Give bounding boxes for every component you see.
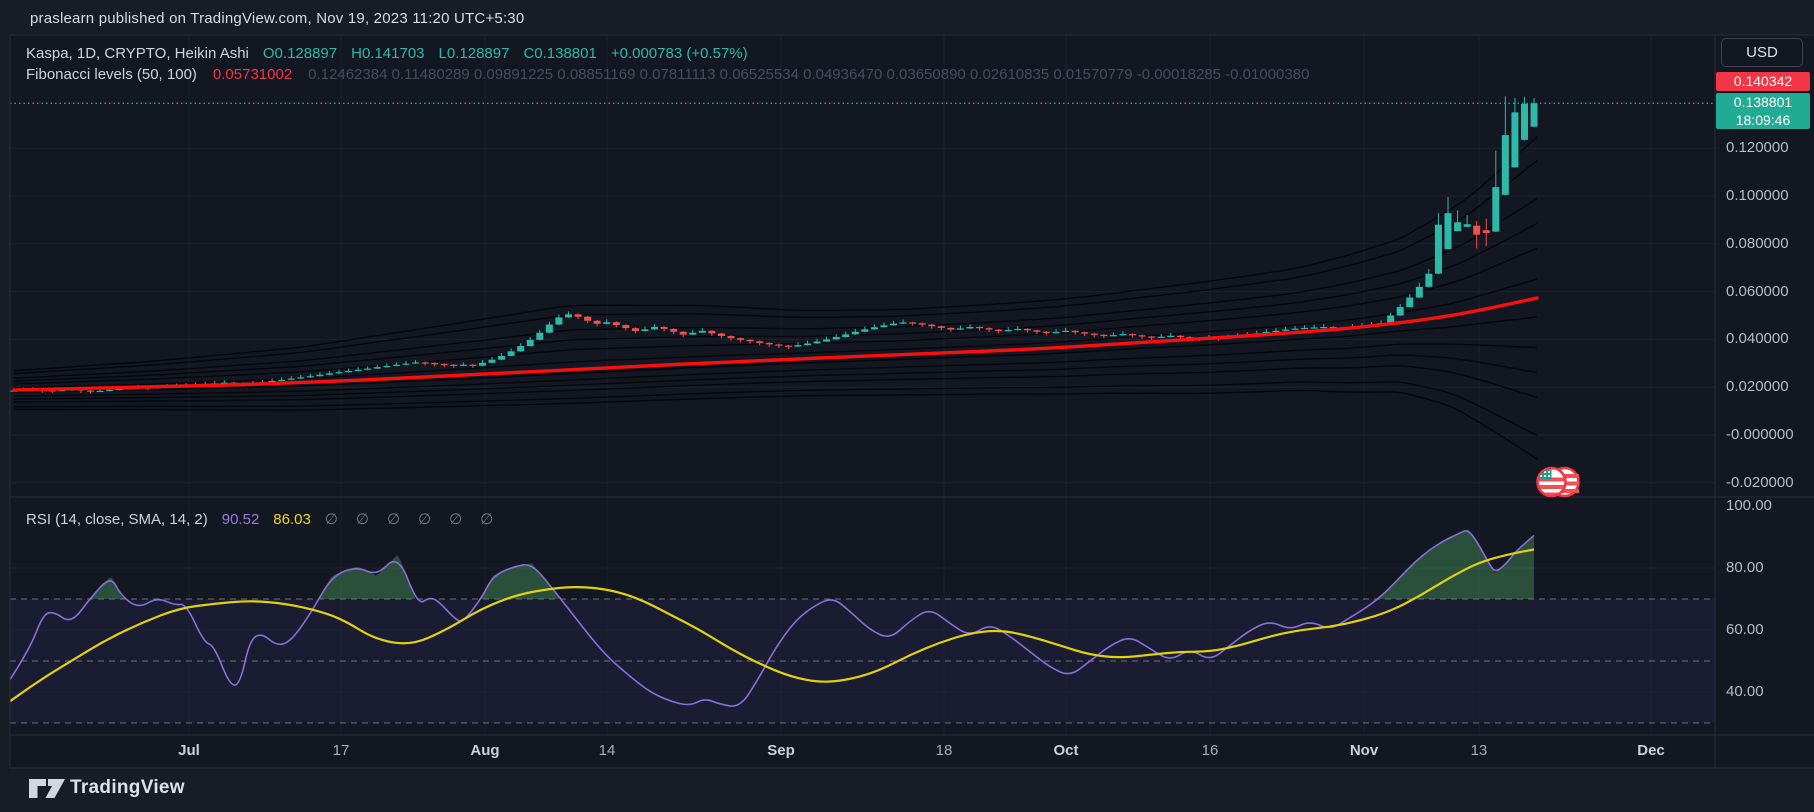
high-price-badge: 0.140342: [1716, 72, 1810, 91]
time-axis-label[interactable]: Oct: [1053, 742, 1078, 759]
price-axis-label[interactable]: 0.120000: [1726, 139, 1789, 156]
last-price-badge: 0.138801 18:09:46: [1716, 93, 1810, 129]
time-axis-label[interactable]: 14: [599, 742, 616, 759]
ohlc-low: L0.128897: [439, 45, 510, 62]
rsi-axis-label[interactable]: 60.00: [1726, 621, 1764, 638]
ohlc-high: H0.141703: [351, 45, 424, 62]
publish-header: praslearn published on TradingView.com, …: [30, 10, 524, 27]
fib-title[interactable]: Fibonacci levels (50, 100): [26, 66, 197, 83]
fib-primary-value: 0.05731002: [213, 66, 292, 83]
rsi-empty-slots: ∅ ∅ ∅ ∅ ∅ ∅: [325, 510, 495, 528]
chart-canvas[interactable]: [0, 0, 1814, 812]
usd-flag-pair-icon: [1536, 464, 1582, 500]
rsi-sma-value: 86.03: [273, 511, 311, 528]
rsi-value: 90.52: [222, 511, 260, 528]
time-axis-label[interactable]: Aug: [470, 742, 499, 759]
rsi-title[interactable]: RSI (14, close, SMA, 14, 2): [26, 511, 208, 528]
ohlc-open: O0.128897: [263, 45, 337, 62]
time-axis-label[interactable]: Dec: [1637, 742, 1665, 759]
price-axis-label[interactable]: -0.020000: [1726, 474, 1794, 491]
time-axis-label[interactable]: 18: [936, 742, 953, 759]
fib-values: 0.12462384 0.11480289 0.09891225 0.08851…: [308, 66, 1309, 83]
flag-coin-front: [1538, 468, 1566, 497]
price-axis-label[interactable]: -0.000000: [1726, 426, 1794, 443]
price-axis-label[interactable]: 0.080000: [1726, 235, 1789, 252]
rsi-axis-label[interactable]: 100.00: [1726, 497, 1772, 514]
currency-toggle-button[interactable]: USD: [1721, 38, 1803, 67]
time-axis-label[interactable]: 17: [333, 742, 350, 759]
tradingview-logo-icon[interactable]: [28, 776, 68, 806]
price-axis-label[interactable]: 0.020000: [1726, 378, 1789, 395]
price-axis-label[interactable]: 0.100000: [1726, 187, 1789, 204]
rsi-axis-label[interactable]: 40.00: [1726, 683, 1764, 700]
ohlc-close: C0.138801: [523, 45, 596, 62]
main-legend[interactable]: Kaspa, 1D, CRYPTO, Heikin Ashi O0.128897…: [26, 45, 748, 62]
rsi-empty-slot: ∅: [387, 510, 402, 528]
tradingview-brand-text[interactable]: TradingView: [70, 777, 185, 799]
time-axis-label[interactable]: 13: [1471, 742, 1488, 759]
time-axis-label[interactable]: Sep: [767, 742, 795, 759]
time-axis-label[interactable]: Jul: [178, 742, 200, 759]
rsi-empty-slot: ∅: [480, 510, 495, 528]
time-axis-label[interactable]: 16: [1202, 742, 1219, 759]
bar-countdown: 18:09:46: [1716, 111, 1810, 129]
rsi-empty-slot: ∅: [449, 510, 464, 528]
rsi-legend[interactable]: RSI (14, close, SMA, 14, 2) 90.52 86.03 …: [26, 510, 495, 528]
time-axis-label[interactable]: Nov: [1350, 742, 1378, 759]
price-axis-label[interactable]: 0.060000: [1726, 283, 1789, 300]
rsi-empty-slot: ∅: [356, 510, 371, 528]
fibonacci-legend[interactable]: Fibonacci levels (50, 100) 0.05731002 0.…: [26, 66, 1309, 83]
ohlc-change: +0.000783 (+0.57%): [611, 45, 748, 62]
rsi-empty-slot: ∅: [325, 510, 340, 528]
last-price-value: 0.138801: [1716, 93, 1810, 111]
tradingview-snapshot: praslearn published on TradingView.com, …: [0, 0, 1814, 812]
rsi-empty-slot: ∅: [418, 510, 433, 528]
symbol-title[interactable]: Kaspa, 1D, CRYPTO, Heikin Ashi: [26, 45, 249, 62]
rsi-axis-label[interactable]: 80.00: [1726, 559, 1764, 576]
price-axis-label[interactable]: 0.040000: [1726, 330, 1789, 347]
